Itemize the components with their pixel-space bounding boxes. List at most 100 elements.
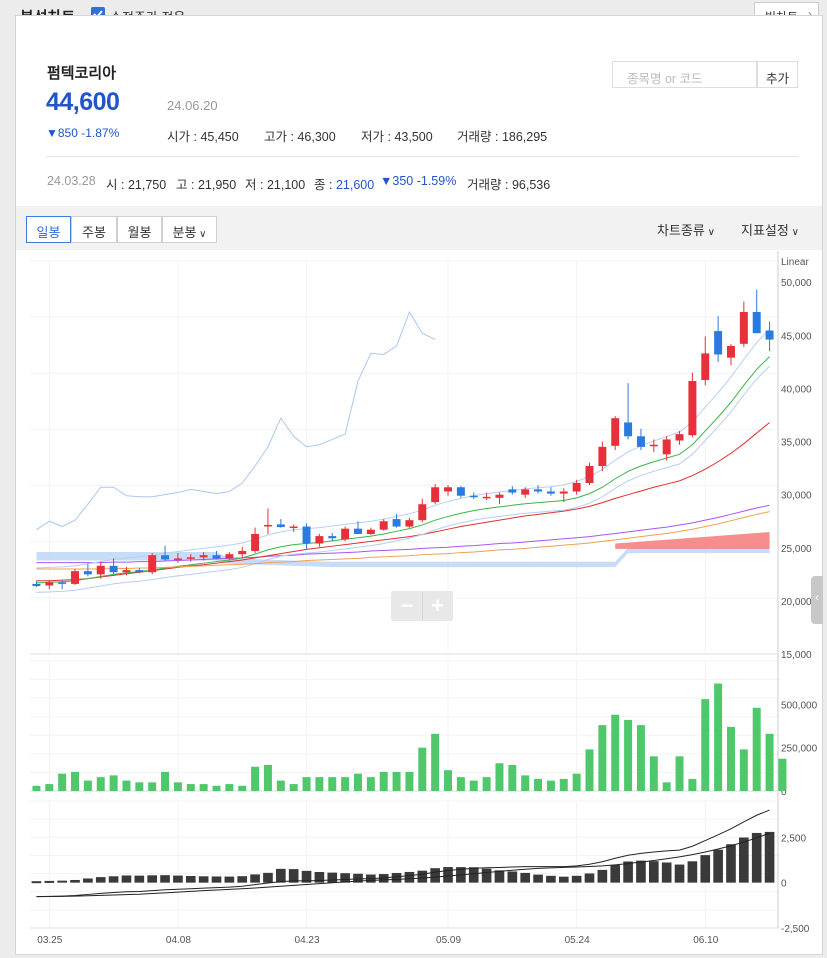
candle-body: [636, 436, 645, 447]
chart-toolbar: 일봉 주봉 월봉 분봉 ∨ 차트종류 ∨ 지표설정 ∨: [16, 206, 822, 250]
high-price: 고가 : 46,300: [264, 130, 336, 144]
candle-body: [45, 582, 54, 586]
macd-histogram-bar: [404, 871, 415, 883]
macd-histogram-bar: [636, 860, 646, 883]
candle-body: [649, 444, 658, 447]
macd-histogram-bar: [610, 864, 621, 883]
hover-open: 시 : 21,750: [106, 178, 167, 192]
macd-histogram-bar: [147, 875, 158, 883]
volume-bar: [32, 785, 41, 791]
candle-body: [263, 524, 272, 527]
candle-body: [276, 524, 285, 528]
price-date: 24.06.20: [167, 98, 218, 113]
volume-bar: [353, 773, 362, 791]
macd-histogram-bar: [494, 870, 505, 883]
hover-close: 종 : 21,600: [314, 178, 375, 192]
macd-histogram-bar: [134, 875, 145, 883]
candle-body: [611, 418, 620, 446]
volume-bar: [276, 780, 285, 791]
candle-body: [353, 528, 362, 534]
candle-body: [251, 533, 260, 551]
price-axis-label: Linear: [781, 257, 809, 268]
volume-bar: [636, 725, 645, 791]
volume-bar: [739, 749, 748, 791]
macd-histogram-bar: [507, 871, 518, 883]
stock-name: 펌텍코리아: [47, 65, 117, 82]
macd-histogram-bar: [185, 875, 196, 883]
volume-bar: [109, 775, 118, 791]
indicator-settings-dropdown[interactable]: 지표설정 ∨: [741, 220, 799, 239]
stock-search-input[interactable]: 종목명 or 코드: [612, 61, 757, 88]
macd-tick-label: -2,500: [781, 924, 810, 935]
macd-histogram-bar: [31, 881, 42, 884]
hover-high: 고 : 21,950: [176, 178, 237, 192]
tab-monthly[interactable]: 월봉: [117, 216, 162, 243]
volume-bar: [289, 784, 298, 791]
chevron-left-icon: ‹: [815, 592, 819, 604]
volume-bar: [765, 733, 774, 791]
x-tick-label: 03.25: [37, 935, 62, 946]
volume-bar: [559, 778, 568, 791]
volume-bar: [302, 777, 311, 791]
volume-bar: [431, 733, 440, 791]
volume-bar: [624, 719, 633, 791]
tab-minute[interactable]: 분봉 ∨: [162, 216, 217, 243]
volume-bar: [186, 784, 195, 791]
tab-weekly[interactable]: 주봉: [71, 216, 117, 243]
volume-bar: [675, 756, 684, 791]
volume-bar: [469, 780, 478, 791]
add-stock-button[interactable]: 추가: [757, 61, 798, 88]
zoom-out-button[interactable]: −: [392, 592, 422, 620]
macd-histogram-bar: [661, 862, 672, 883]
candle-body: [572, 482, 581, 492]
price-tick-label: 50,000: [781, 278, 812, 289]
volume-bar: [572, 773, 581, 791]
volume-tick-label: 500,000: [781, 700, 818, 711]
volume-bar: [83, 780, 92, 791]
zoom-in-button[interactable]: +: [422, 592, 452, 620]
x-tick-label: 05.24: [565, 935, 590, 946]
macd-histogram-bar: [520, 872, 531, 883]
volume-bar: [148, 782, 157, 791]
price-tick-label: 35,000: [781, 438, 812, 449]
macd-histogram-bar: [83, 878, 93, 883]
macd-signal-line: [36, 832, 770, 898]
x-tick-label: 06.10: [693, 935, 718, 946]
side-panel-toggle[interactable]: ‹: [811, 576, 823, 624]
macd-histogram-bar: [674, 864, 685, 883]
candle-body: [212, 555, 221, 559]
chart-type-dropdown[interactable]: 차트종류 ∨: [657, 220, 715, 239]
candle-body: [96, 565, 105, 575]
candle-body: [109, 565, 118, 573]
volume-bar: [199, 784, 208, 791]
volume-bar: [495, 763, 504, 791]
zoom-controls: − +: [391, 591, 453, 621]
macd-histogram-bar: [700, 855, 711, 883]
candle-body: [482, 496, 491, 499]
volume-bar: [315, 777, 324, 791]
macd-tick-label: 0: [781, 879, 787, 890]
cloud-band-red: [615, 532, 770, 549]
macd-histogram-bar: [57, 880, 67, 883]
volume-bar: [135, 782, 144, 791]
volume-bar: [45, 784, 54, 791]
candle-body: [456, 487, 465, 496]
hover-change: ▼350 -1.59%: [380, 174, 457, 188]
candle-body: [379, 521, 388, 530]
cloud-band: [36, 547, 770, 568]
candle-body: [508, 489, 517, 493]
candle-body: [173, 558, 182, 560]
candle-body: [225, 554, 234, 559]
macd-histogram-bar: [250, 874, 260, 883]
x-tick-label: 04.08: [166, 935, 191, 946]
candle-body: [405, 520, 414, 527]
candle-body: [161, 555, 170, 560]
candle-body: [58, 582, 67, 584]
volume-bar: [71, 771, 80, 791]
candle-body: [71, 571, 80, 584]
candle-body: [521, 489, 530, 495]
candle-body: [714, 331, 723, 355]
candle-body: [752, 311, 761, 334]
tab-daily[interactable]: 일봉: [26, 216, 71, 243]
x-tick-label: 05.09: [436, 935, 461, 946]
